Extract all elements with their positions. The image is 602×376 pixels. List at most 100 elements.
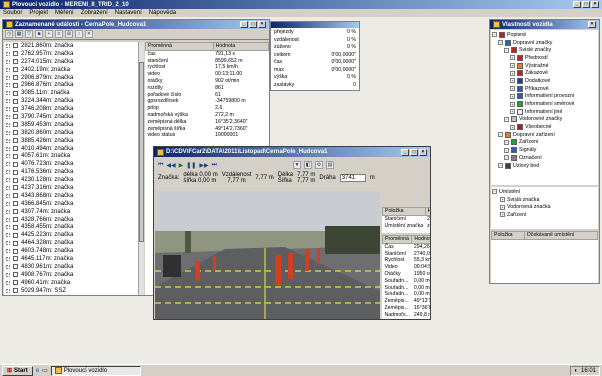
expand-icon[interactable]: − [498,163,503,169]
location-node[interactable]: + Zařízení [492,211,597,219]
clock-icon[interactable]: ◷ [5,30,13,38]
event-row[interactable]: 4176.536m: značka [4,168,138,176]
event-row[interactable]: 3224.344m: značka [4,97,138,105]
event-row[interactable]: 3885.426m: značka [4,137,138,145]
event-row[interactable]: 5029.947m: SSZ [4,287,138,295]
minimize-icon[interactable]: _ [401,148,409,156]
forward-icon[interactable]: ▶▶ [199,162,208,169]
tree-node[interactable]: + Předností [492,54,597,62]
tree-node[interactable]: − Dopravní zařízení [492,131,597,139]
event-checkbox[interactable] [13,138,18,144]
event-checkbox[interactable] [13,193,18,199]
event-row[interactable]: 3746.208m: značka [4,105,138,113]
vehicle-window[interactable]: Vlastnosti vozidla × − Popisné − Dopravní z… [489,19,600,284]
maximize-icon[interactable]: □ [582,1,590,8]
event-checkbox[interactable] [13,272,18,278]
grid-icon[interactable]: ▦ [15,30,23,38]
expand-icon[interactable]: − [504,147,509,153]
event-checkbox[interactable] [13,82,18,88]
minimize-icon[interactable]: _ [573,1,581,8]
event-checkbox[interactable] [13,232,18,238]
tree-node[interactable]: + Příkazové [492,85,597,93]
event-row[interactable]: 4328.766m: značka [4,216,138,224]
event-checkbox[interactable] [13,177,18,183]
expand-icon[interactable]: + [510,93,515,99]
event-checkbox[interactable] [13,146,18,152]
skip-start-icon[interactable]: ⏮ [158,162,163,169]
close-icon[interactable]: × [419,148,427,156]
expand-icon[interactable]: − [504,155,509,161]
tree-icon[interactable]: ⊞ [65,30,73,38]
tree-node[interactable]: − Svislé značky [492,46,597,54]
events-list[interactable]: 2821.860m: značka 2762.957m: značka 2274.0… [4,42,138,295]
event-row[interactable]: 4960.41m: značka [4,279,138,287]
menu-projekt[interactable]: Projekt [29,10,48,16]
event-checkbox[interactable] [13,75,18,80]
event-row[interactable]: 4343.868m: značka [4,192,138,200]
event-checkbox[interactable] [13,59,18,65]
quicklaunch-desktop-icon[interactable]: ▭ [42,367,48,374]
expand-icon[interactable]: − [504,116,509,122]
draha-input[interactable]: 3741 [339,174,366,182]
event-checkbox[interactable] [13,67,18,73]
event-row[interactable]: 3820.860m: značka [4,129,138,137]
expand-icon[interactable]: + [510,124,515,130]
event-checkbox[interactable] [13,43,18,49]
event-row[interactable]: 4464.328m: značka [4,239,138,247]
event-checkbox[interactable] [13,98,18,104]
maximize-icon[interactable]: □ [249,21,257,28]
event-row[interactable]: 4057.61m: značka [4,152,138,160]
event-row[interactable]: 2966.876m: značka [4,81,138,89]
expand-icon[interactable]: − [504,47,509,53]
event-checkbox[interactable] [13,201,18,207]
menu-napoveda[interactable]: Nápověda [149,10,176,16]
event-checkbox[interactable] [13,161,18,167]
event-row[interactable]: 4908.767m: značka [4,271,138,279]
tree-node[interactable]: − Popisné [492,31,597,39]
event-checkbox[interactable] [13,224,18,230]
tree-node[interactable]: + Výstražné [492,62,597,70]
event-row[interactable]: 4366.845m: značka [4,200,138,208]
event-checkbox[interactable] [13,122,18,128]
tree-node[interactable]: + Informativní směrové [492,100,597,108]
marker-icon[interactable]: ▼ [292,161,301,169]
location-node[interactable]: + Vodorovná značka [492,203,597,211]
tree-node[interactable]: + Informativní provozní [492,93,597,101]
pause-icon[interactable]: ❚❚ [186,162,196,169]
expand-icon[interactable]: + [510,70,515,76]
menu-mereni[interactable]: Měření [55,10,74,16]
event-checkbox[interactable] [13,280,18,286]
expand-icon[interactable]: − [492,32,497,38]
tree-node[interactable]: − Dopravní značky [492,39,597,47]
expand-icon[interactable]: + [510,63,515,69]
event-checkbox[interactable] [13,264,18,270]
tree-node[interactable]: + Informativní jiné [492,108,597,116]
task-plovouci-vozidlo[interactable]: Plovoucí vozidlo [50,365,141,376]
event-checkbox[interactable] [13,114,18,120]
event-row[interactable]: 4425.223m: značka [4,231,138,239]
snapshot-icon[interactable]: ◧ [303,161,312,169]
event-row[interactable]: 4010.494m: značka [4,145,138,153]
event-checkbox[interactable] [13,185,18,191]
expand-icon[interactable]: + [500,204,505,210]
event-row[interactable]: 4230.128m: značka [4,176,138,184]
event-row[interactable]: 2274.015m: značka [4,58,138,66]
tree-node[interactable]: − Vodorovné značky [492,116,597,124]
expand-icon[interactable]: + [510,78,515,84]
event-row[interactable]: 4307.74m: značka [4,208,138,216]
event-row[interactable]: 3790.745m: značka [4,113,138,121]
close-icon[interactable]: × [588,21,596,28]
tree-node[interactable]: + Zákazové [492,69,597,77]
menu-soubor[interactable]: Soubor [3,10,22,16]
expand-icon[interactable]: + [510,55,515,61]
tree-node[interactable]: − Uzlový bod [492,162,597,170]
video-window[interactable]: D:\CDV\FCar2\DATA\2011\Listopad\CernaPol… [153,146,431,320]
sign-tree[interactable]: − Popisné − Dopravní značky − Svislé značky + P… [491,30,598,185]
location-node[interactable]: + Svislá značka [492,196,597,204]
close-icon[interactable]: × [258,21,266,28]
expand-icon[interactable]: − [498,132,503,138]
event-checkbox[interactable] [13,240,18,246]
menu-nastaveni[interactable]: Nastavení [115,10,142,16]
location-tree[interactable]: − Umístění + Svislá značka + Vodorovná značka… [491,187,598,229]
event-checkbox[interactable] [13,288,18,294]
